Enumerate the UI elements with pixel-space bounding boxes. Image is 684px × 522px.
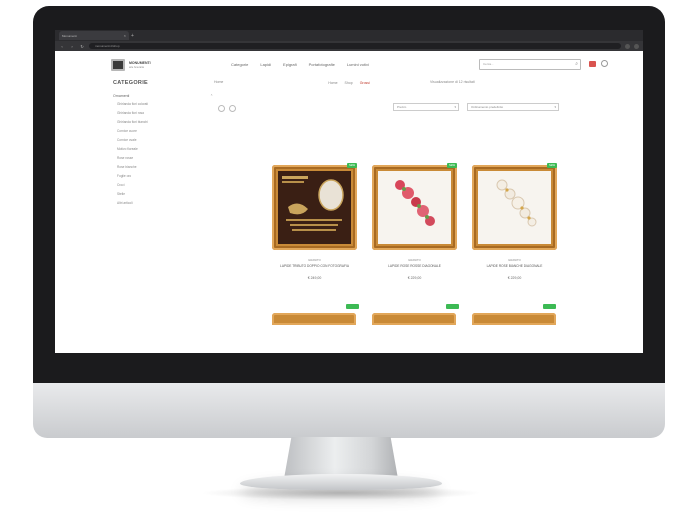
sidebar-item[interactable]: Cornice ovale (117, 138, 213, 143)
nav-item[interactable]: Lumini votivi (347, 62, 369, 67)
price-select-value: Prezzo (397, 105, 407, 109)
product-image[interactable] (472, 313, 556, 325)
sidebar-section[interactable]: Ornamenti ⌃ (113, 94, 213, 98)
product-price: € 229,00 (407, 276, 422, 280)
rose-garland-artwork (395, 180, 435, 226)
browser-tabbar: Monumenti × + (55, 30, 643, 41)
category-sidebar: CATEGORIE Ornamenti ⌃ Ghirlanda fiori co… (113, 80, 213, 206)
search-input[interactable]: Cerca... ⌕ (479, 59, 581, 70)
product-image[interactable] (372, 313, 456, 325)
product-image[interactable] (272, 313, 356, 325)
subnav-active[interactable]: Grossi (360, 81, 370, 85)
tab-title: Monumenti (62, 33, 77, 38)
product-card[interactable]: NEW GRANITO LAPIDE ROSE BIANCHE DIAGONAL… (472, 163, 557, 280)
sidebar-item[interactable]: Ghirlanda fiori rosa (117, 111, 213, 116)
nav-item[interactable]: Lapidi (260, 62, 271, 67)
monitor-chin (33, 383, 665, 438)
plaque-dark (278, 171, 351, 244)
stage: Monumenti × + ‹ › ↻ monumenti.it/shop MO… (0, 0, 684, 522)
close-tab-icon[interactable]: × (124, 33, 126, 38)
sidebar-item[interactable]: Stelle (117, 192, 213, 197)
forward-icon[interactable]: › (69, 44, 75, 49)
product-image[interactable] (272, 165, 357, 250)
subnav-shop[interactable]: Shop (345, 81, 353, 85)
cart-icon[interactable] (589, 61, 596, 67)
product-brand: GRANITO (508, 258, 521, 262)
sidebar-item[interactable]: Foglie oro (117, 174, 213, 179)
search-icon[interactable]: ⌕ (575, 61, 578, 68)
logo-icon[interactable] (111, 59, 125, 71)
sidebar-item[interactable]: Croci (117, 183, 213, 188)
sidebar-item[interactable]: Ghirlanda fiori colorati (117, 102, 213, 107)
breadcrumb[interactable]: Home (214, 80, 223, 84)
brand[interactable]: MONUMENTI arte funeraria (129, 61, 151, 69)
subnav-home[interactable]: Home (328, 81, 337, 85)
product-price: € 249,00 (307, 276, 322, 280)
site-header: MONUMENTI arte funeraria Categorie Lapid… (55, 51, 643, 79)
sidebar-item[interactable]: Rose bianche (117, 165, 213, 170)
main-nav: Categorie Lapidi Epigrafi Portafotografi… (231, 62, 369, 67)
sidebar-item[interactable]: Rose rosse (117, 156, 213, 161)
monitor-stand (283, 437, 399, 479)
user-icon[interactable] (601, 60, 608, 67)
sidebar-item[interactable]: Cornice cuore (117, 129, 213, 134)
view-toggle (218, 105, 236, 112)
chevron-up-icon[interactable]: ⌃ (210, 94, 213, 98)
plaque-artwork (282, 176, 344, 231)
nav-item[interactable]: Epigrafi (283, 62, 297, 67)
brand-tagline: arte funeraria (129, 66, 144, 69)
chevron-down-icon: ▾ (554, 105, 556, 109)
brand-name: MONUMENTI (129, 61, 151, 65)
sidebar-item[interactable]: Altri articoli (117, 201, 213, 206)
results-count: Visualizzazione di 12 risultati (430, 80, 475, 84)
product-price: € 229,00 (507, 276, 522, 280)
list-view-icon[interactable] (229, 105, 236, 112)
sort-select-value: Ordinamento predefinito (471, 105, 504, 109)
product-name[interactable]: LAPIDE ROSE BIANCHE DIAGONALE (472, 264, 557, 268)
product-image[interactable] (472, 165, 557, 250)
plaque-light (478, 171, 551, 244)
sidebar-item[interactable]: Motivo floreale (117, 147, 213, 152)
menu-icon[interactable] (634, 43, 639, 49)
sort-select[interactable]: Ordinamento predefinito ▾ (467, 103, 559, 111)
new-badge: NEW (447, 163, 457, 168)
nav-item[interactable]: Categorie (231, 62, 248, 67)
grid-view-icon[interactable] (218, 105, 225, 112)
chevron-down-icon: ▾ (454, 105, 456, 109)
monitor-stand-base (240, 474, 442, 490)
new-badge: NEW (347, 163, 357, 168)
plaque-light (378, 171, 451, 244)
product-name[interactable]: LAPIDE ROSE ROSSE DIAGONALE (372, 264, 457, 268)
nav-item[interactable]: Portafotografie (309, 62, 335, 67)
new-badge (543, 304, 556, 309)
product-card[interactable]: NEW GRANITO LAPIDE ROSE ROSSE DIAGONALE … (372, 163, 457, 280)
url-field[interactable]: monumenti.it/shop (89, 43, 621, 49)
new-tab-icon[interactable]: + (131, 33, 139, 39)
product-image[interactable] (372, 165, 457, 250)
sidebar-section-label: Ornamenti (113, 94, 130, 98)
back-icon[interactable]: ‹ (59, 44, 65, 49)
browser-addressbar: ‹ › ↻ monumenti.it/shop (55, 41, 643, 51)
new-badge (446, 304, 459, 309)
new-badge: NEW (547, 163, 557, 168)
extension-icon[interactable] (625, 43, 630, 49)
new-badge (346, 304, 359, 309)
sidebar-item[interactable]: Ghirlanda fiori bianchi (117, 120, 213, 125)
reload-icon[interactable]: ↻ (79, 44, 85, 49)
product-brand: GRANITO (308, 258, 321, 262)
browser-tab[interactable]: Monumenti × (59, 31, 129, 40)
product-brand: GRANITO (408, 258, 421, 262)
product-name[interactable]: LAPIDE TRIBUTO DOPPIO CON FOTOGRAFIA (272, 264, 357, 268)
white-rose-artwork (496, 179, 537, 227)
product-card[interactable]: NEW GRANITO LAPIDE TRIBUTO DOPPIO CON FO… (272, 163, 357, 280)
price-select[interactable]: Prezzo ▾ (393, 103, 459, 111)
search-placeholder: Cerca... (483, 62, 494, 66)
sidebar-title: CATEGORIE (113, 80, 148, 86)
